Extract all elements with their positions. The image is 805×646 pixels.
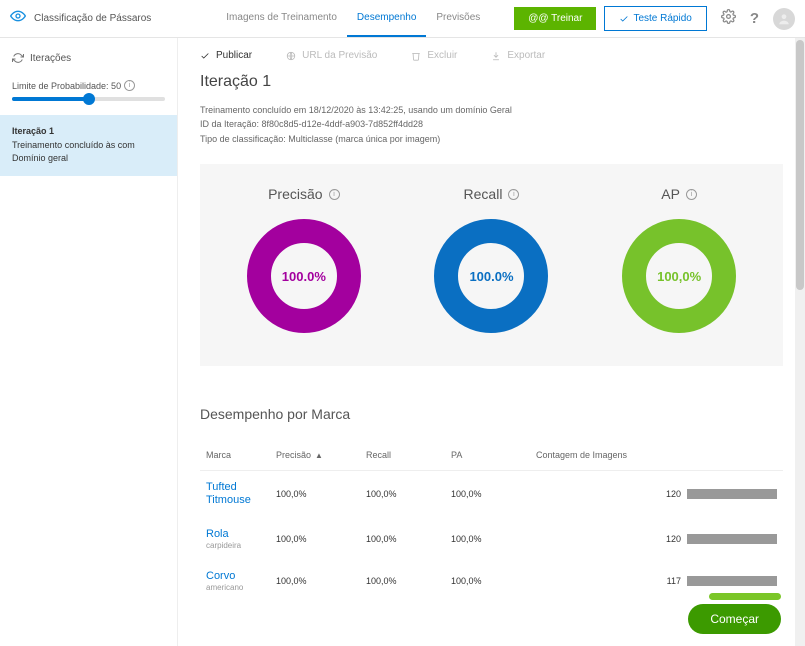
cell-recall: 100,0% [366, 576, 451, 586]
settings-icon[interactable] [721, 9, 736, 29]
precision-label: Precisão [268, 186, 322, 202]
threshold-label: Limite de Probabilidade: 50 [12, 81, 121, 91]
cell-count: 120 [666, 534, 681, 544]
cell-ap: 100,0% [451, 534, 536, 544]
performance-table: Marca Precisão▲ Recall PA Contagem de Im… [200, 440, 783, 602]
table-row: Rolacarpideira100,0%100,0%100,0%120 [200, 518, 783, 560]
project-icon [10, 8, 26, 29]
tab-predictions[interactable]: Previsões [426, 0, 490, 37]
precision-donut: 100.0% [244, 216, 364, 336]
publish-button[interactable]: Publicar [200, 50, 252, 61]
user-avatar[interactable] [773, 8, 795, 30]
tag-subtext: americano [206, 583, 276, 592]
iteration-toolbar: Publicar URL da Previsão Excluir Exporta… [178, 38, 805, 73]
export-button[interactable]: Exportar [491, 50, 545, 61]
recall-label: Recall [464, 186, 503, 202]
recall-donut: 100.0% [431, 216, 551, 336]
cell-ap: 100,0% [451, 489, 536, 499]
tag-subtext: carpideira [206, 541, 276, 550]
info-icon[interactable]: i [508, 189, 519, 200]
metric-recall: Recalli 100.0% [399, 186, 585, 336]
col-precision[interactable]: Precisão▲ [276, 450, 366, 460]
cell-precision: 100,0% [276, 489, 366, 499]
iteration-title: Iteração 1 [200, 73, 783, 91]
main-tabs: Imagens de Treinamento Desempenho Previs… [216, 0, 490, 37]
col-ap[interactable]: PA [451, 450, 536, 460]
metric-ap: AP i 100,0% [586, 186, 772, 336]
top-bar: Classificação de Pássaros Imagens de Tre… [0, 0, 805, 38]
metrics-panel: Precisãoi 100.0% Recalli 100.0% APi [200, 164, 783, 366]
delete-button[interactable]: Excluir [411, 50, 457, 61]
refresh-icon [12, 52, 24, 64]
iteration-meta: Treinamento concluído em 18/12/2020 às 1… [200, 103, 783, 146]
cell-precision: 100,0% [276, 576, 366, 586]
cell-count: 120 [666, 489, 681, 499]
cell-recall: 100,0% [366, 489, 451, 499]
train-button[interactable]: @@ Treinar [514, 7, 596, 30]
help-icon[interactable]: ? [750, 10, 759, 27]
metric-precision: Precisão i 100.0% [211, 186, 397, 336]
prediction-url-button[interactable]: URL da Previsão [286, 50, 377, 61]
col-tag[interactable]: Marca [206, 450, 276, 460]
iteration-card-title: Iteração 1 [12, 125, 165, 139]
ap-label: AP [661, 186, 680, 202]
count-bar [687, 576, 777, 586]
iteration-id: ID da Iteração: 8f80c8d5-d12e-4ddf-a903-… [200, 117, 783, 131]
tab-performance[interactable]: Desempenho [347, 0, 426, 37]
sidebar: Iterações Limite de Probabilidade: 50i I… [0, 38, 178, 646]
start-button[interactable]: Começar [688, 604, 781, 634]
info-icon[interactable]: i [686, 189, 697, 200]
progress-pill [709, 593, 781, 600]
scrollbar-thumb[interactable] [796, 40, 804, 290]
col-count[interactable]: Contagem de Imagens [536, 450, 777, 460]
info-icon[interactable]: i [124, 80, 135, 91]
count-bar [687, 534, 777, 544]
project-title: Classificação de Pássaros [34, 13, 151, 24]
probability-threshold: Limite de Probabilidade: 50i [0, 68, 177, 115]
table-row: Tufted Titmouse100,0%100,0%100,0%120 [200, 471, 783, 517]
iteration-card[interactable]: Iteração 1 Treinamento concluído às com … [0, 115, 177, 176]
iteration-card-line1: Treinamento concluído às com [12, 139, 165, 153]
iterations-header: Iterações [0, 48, 177, 68]
iterations-label: Iterações [30, 53, 71, 64]
iteration-type: Tipo de classificação: Multiclasse (marc… [200, 132, 783, 146]
info-icon[interactable]: i [329, 189, 340, 200]
tab-training-images[interactable]: Imagens de Treinamento [216, 0, 347, 37]
tag-link[interactable]: Tufted Titmouse [206, 481, 251, 506]
table-row: Corvoamericano100,0%100,0%100,0%117 [200, 560, 783, 602]
count-bar [687, 489, 777, 499]
tag-link[interactable]: Corvo [206, 570, 235, 582]
ap-value: 100,0% [619, 216, 739, 336]
col-recall[interactable]: Recall [366, 450, 451, 460]
cell-ap: 100,0% [451, 576, 536, 586]
ap-donut: 100,0% [619, 216, 739, 336]
cell-recall: 100,0% [366, 534, 451, 544]
iteration-finished: Treinamento concluído em 18/12/2020 às 1… [200, 103, 783, 117]
cell-precision: 100,0% [276, 534, 366, 544]
main-panel: Publicar URL da Previsão Excluir Exporta… [178, 38, 805, 646]
sort-caret-icon: ▲ [315, 451, 323, 460]
tag-link[interactable]: Rola [206, 528, 229, 540]
cell-count: 117 [667, 576, 681, 586]
table-header: Marca Precisão▲ Recall PA Contagem de Im… [200, 440, 783, 471]
scrollbar-track[interactable] [795, 38, 805, 646]
performance-per-tag-title: Desempenho por Marca [200, 406, 783, 422]
precision-value: 100.0% [244, 216, 364, 336]
recall-value: 100.0% [431, 216, 551, 336]
threshold-slider[interactable] [12, 97, 165, 101]
iteration-card-line2: Domínio geral [12, 152, 165, 166]
quick-test-button[interactable]: Teste Rápido [604, 6, 706, 31]
